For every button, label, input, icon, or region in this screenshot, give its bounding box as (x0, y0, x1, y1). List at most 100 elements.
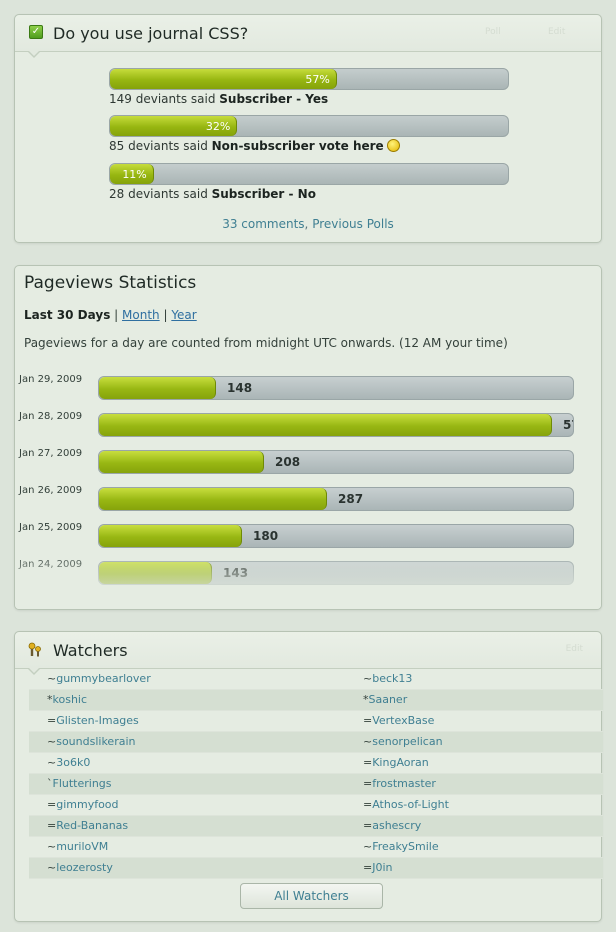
watcher-symbol: = (363, 819, 373, 832)
poll-header-action-b[interactable]: Edit (548, 27, 565, 37)
watcher-link[interactable]: leozerosty (56, 861, 113, 874)
pageviews-row: Jan 25, 2009 180 (19, 522, 579, 548)
watcher-row: =Red-Bananas =ashescry (29, 816, 603, 837)
watcher-entry: ~gummybearlover (47, 672, 151, 685)
watcher-row: ~gummybearlover ~beck13 (29, 669, 603, 690)
tab-year[interactable]: Year (171, 308, 196, 322)
pageviews-row: Jan 29, 2009 148 (19, 374, 579, 400)
pageviews-row: Jan 26, 2009 287 (19, 485, 579, 511)
poll-header: ✓ Do you use journal CSS? Poll Edit (15, 15, 601, 58)
previous-polls-link[interactable]: Previous Polls (312, 217, 394, 231)
pageviews-value: 180 (253, 529, 279, 543)
watcher-link[interactable]: gummybearlover (56, 672, 151, 685)
watcher-entry: ~muriloVM (47, 840, 108, 853)
poll-result-text: 149 deviants said Subscriber - Yes (109, 92, 509, 106)
watcher-entry: *Saaner (363, 693, 407, 706)
pageviews-value: 148 (227, 381, 253, 395)
watcher-entry: ~3o6k0 (47, 756, 90, 769)
pageviews-bar: 208 (98, 450, 574, 474)
watcher-row: *koshic *Saaner (29, 690, 603, 711)
comments-link[interactable]: 33 comments (222, 217, 304, 231)
pageviews-date: Jan 24, 2009 (19, 559, 83, 570)
tab-separator: | (159, 308, 172, 322)
watcher-symbol: = (363, 798, 373, 811)
watcher-symbol: = (47, 798, 57, 811)
watchers-header: Watchers Edit (15, 632, 601, 675)
watcher-entry: =Red-Bananas (47, 819, 128, 832)
watcher-link[interactable]: soundslikerain (56, 735, 135, 748)
poll-answer: Subscriber - No (211, 187, 316, 201)
pageviews-date: Jan 25, 2009 (19, 522, 83, 533)
watcher-link[interactable]: Glisten-Images (56, 714, 139, 727)
pageviews-date: Jan 29, 2009 (19, 374, 83, 385)
watcher-link[interactable]: muriloVM (56, 840, 108, 853)
watcher-row: ~3o6k0 =KingAoran (29, 753, 603, 774)
pageviews-date: Jan 27, 2009 (19, 448, 83, 459)
pageviews-bar-fill (99, 451, 264, 473)
pageviews-bar-fill (99, 525, 242, 547)
watcher-entry: =Glisten-Images (47, 714, 139, 727)
watcher-entry: ~FreakySmile (363, 840, 439, 853)
watcher-symbol: ~ (363, 672, 373, 685)
poll-bar: 11% (109, 163, 509, 185)
all-watchers-button[interactable]: All Watchers (240, 883, 383, 909)
watcher-link[interactable]: VertexBase (372, 714, 434, 727)
tab-separator: | (110, 308, 123, 322)
watcher-link[interactable]: J0in (372, 861, 392, 874)
poll-bar: 32% (109, 115, 509, 137)
watcher-link[interactable]: FreakySmile (372, 840, 438, 853)
poll-bar: 57% (109, 68, 509, 90)
watcher-link[interactable]: Red-Bananas (56, 819, 128, 832)
poll-count: 149 deviants said (109, 92, 220, 106)
poll-option: 57% 149 deviants said Subscriber - Yes (109, 68, 509, 106)
watcher-symbol: = (47, 819, 57, 832)
watcher-link[interactable]: ashescry (372, 819, 421, 832)
watcher-entry: ~beck13 (363, 672, 412, 685)
watcher-symbol: ~ (363, 840, 373, 853)
watcher-link[interactable]: Saaner (369, 693, 408, 706)
watcher-entry: ~soundslikerain (47, 735, 136, 748)
watcher-link[interactable]: beck13 (372, 672, 412, 685)
tab-last-30-days: Last 30 Days (24, 308, 111, 322)
pageviews-date: Jan 28, 2009 (19, 411, 83, 422)
pageviews-range-tabs: Last 30 Days | Month | Year (24, 308, 197, 322)
watcher-symbol: ~ (47, 672, 57, 685)
watcher-link[interactable]: Flutterings (53, 777, 112, 790)
tab-month[interactable]: Month (122, 308, 160, 322)
watcher-symbol: = (363, 756, 373, 769)
watcher-entry: `Flutterings (47, 777, 112, 790)
pageviews-value: 287 (338, 492, 364, 506)
watcher-entry: *koshic (47, 693, 87, 706)
watcher-link[interactable]: Athos-of-Light (372, 798, 449, 811)
watcher-entry: =KingAoran (363, 756, 429, 769)
watcher-row: ~muriloVM ~FreakySmile (29, 837, 603, 858)
poll-percent: 57% (305, 73, 330, 86)
pageviews-row: Jan 24, 2009 143 (19, 559, 579, 585)
poll-count: 28 deviants said (109, 187, 212, 201)
watchers-header-action[interactable]: Edit (566, 644, 583, 654)
pageviews-row: Jan 27, 2009 208 (19, 448, 579, 474)
watcher-symbol: ~ (47, 735, 57, 748)
watcher-link[interactable]: gimmyfood (56, 798, 118, 811)
watcher-link[interactable]: senorpelican (372, 735, 442, 748)
pageviews-bar-fill (99, 562, 212, 584)
watchers-title: Watchers (53, 641, 128, 660)
pageviews-bar: 287 (98, 487, 574, 511)
pageviews-value: 208 (275, 455, 301, 469)
poll-count: 85 deviants said (109, 139, 212, 153)
watcher-link[interactable]: 3o6k0 (56, 756, 90, 769)
watcher-row: `Flutterings =frostmaster (29, 774, 603, 795)
poll-links: 33 comments, Previous Polls (15, 217, 601, 231)
watcher-link[interactable]: KingAoran (372, 756, 429, 769)
pageviews-title: Pageviews Statistics (24, 273, 197, 293)
poll-header-action-a[interactable]: Poll (485, 27, 501, 37)
watcher-entry: =VertexBase (363, 714, 434, 727)
watcher-link[interactable]: frostmaster (372, 777, 436, 790)
pageviews-bar: 571 (98, 413, 574, 437)
pageviews-bar: 180 (98, 524, 574, 548)
watcher-link[interactable]: koshic (53, 693, 88, 706)
watcher-symbol: ~ (47, 861, 57, 874)
watcher-row: =gimmyfood =Athos-of-Light (29, 795, 603, 816)
watchers-icon (28, 642, 41, 657)
watcher-entry: =J0in (363, 861, 393, 874)
